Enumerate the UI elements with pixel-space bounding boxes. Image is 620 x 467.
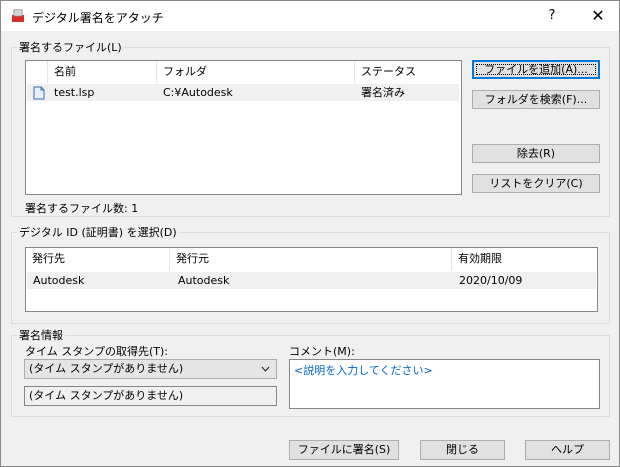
files-legend-text: 署名するファイル(L) — [19, 41, 122, 54]
timestamp-label: タイム スタンプの取得先(T): — [25, 345, 168, 358]
timestamp-select[interactable]: (タイム スタンプがありません) — [24, 359, 277, 379]
files-list[interactable]: 名前 フォルダ ステータス test.lsp C:¥Autodesk 署名済み — [25, 60, 462, 195]
comment-textarea[interactable]: <説明を入力してください> — [289, 359, 600, 409]
sign-files-button[interactable]: ファイルに署名(S) — [289, 440, 399, 460]
file-icon — [33, 86, 45, 100]
chevron-down-icon — [261, 360, 270, 385]
file-folder-cell: C:¥Autodesk — [163, 86, 233, 99]
file-name-cell: test.lsp — [54, 86, 95, 99]
title-bar[interactable]: デジタル署名をアタッチ ? ✕ — [1, 1, 619, 31]
table-row[interactable]: test.lsp C:¥Autodesk 署名済み — [27, 84, 459, 101]
table-row[interactable]: Autodesk Autodesk 2020/10/09 — [27, 272, 596, 289]
remove-button[interactable]: 除去(R) — [472, 144, 600, 163]
help-button[interactable]: ヘルプ — [525, 440, 610, 460]
close-icon[interactable]: ✕ — [577, 1, 619, 31]
files-col-status[interactable]: ステータス — [355, 61, 461, 83]
clear-list-button[interactable]: リストをクリア(C) — [472, 174, 600, 193]
files-col-icon[interactable] — [26, 61, 48, 83]
close-button[interactable]: 閉じる — [420, 440, 505, 460]
focus-rect — [476, 64, 596, 75]
window-title: デジタル署名をアタッチ — [32, 11, 164, 25]
cert-expires-cell: 2020/10/09 — [459, 274, 523, 287]
cert-col-issued-to[interactable]: 発行先 — [26, 248, 170, 270]
add-file-button[interactable]: ファイルを追加(A)... — [472, 60, 600, 79]
comment-label: コメント(M): — [289, 345, 355, 358]
files-group-legend: 署名するファイル(L) — [17, 39, 124, 55]
files-col-name[interactable]: 名前 — [48, 61, 157, 83]
cert-legend-text: デジタル ID (証明書) を選択(D) — [19, 226, 177, 239]
help-icon-button[interactable]: ? — [533, 1, 571, 31]
file-count-label: 署名するファイル数: 1 — [25, 202, 139, 215]
cert-issued-by-cell: Autodesk — [178, 274, 230, 287]
cert-col-expires[interactable]: 有効期限 — [452, 248, 597, 270]
cert-group-legend: デジタル ID (証明書) を選択(D) — [17, 224, 179, 240]
sign-info-legend: 署名情報 — [17, 327, 65, 343]
dialog-window: デジタル署名をアタッチ ? ✕ 署名するファイル(L) 名前 フォルダ ステータ… — [0, 0, 620, 467]
cert-col-issued-by[interactable]: 発行元 — [170, 248, 452, 270]
search-folder-button[interactable]: フォルダを検索(F)... — [472, 90, 600, 109]
sign-info-legend-text: 署名情報 — [19, 329, 63, 342]
cert-list[interactable]: 発行先 発行元 有効期限 Autodesk Autodesk 2020/10/0… — [25, 247, 598, 312]
file-status-cell: 署名済み — [361, 86, 405, 99]
timestamp-readonly-field: (タイム スタンプがありません) — [24, 386, 277, 406]
cert-issued-to-cell: Autodesk — [33, 274, 85, 287]
timestamp-select-value: (タイム スタンプがありません) — [29, 362, 184, 375]
app-icon — [12, 9, 24, 22]
files-col-folder[interactable]: フォルダ — [157, 61, 355, 83]
